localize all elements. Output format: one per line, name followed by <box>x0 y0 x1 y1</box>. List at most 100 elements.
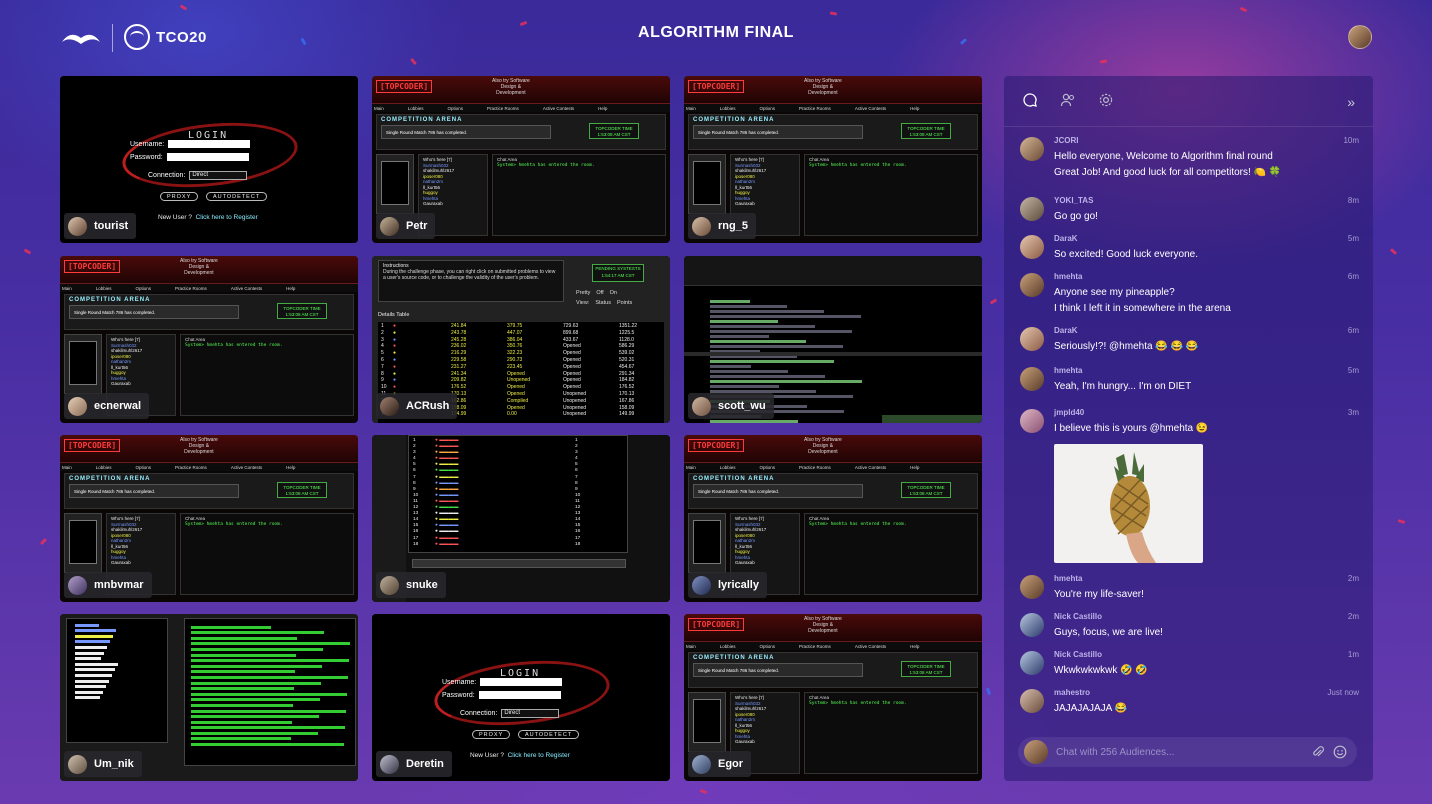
menu-item[interactable]: Active Contests <box>855 106 886 111</box>
menu-item[interactable]: Lobbies <box>720 465 736 470</box>
username-field[interactable] <box>168 140 251 148</box>
menu-item[interactable]: Practice Rooms <box>799 465 831 470</box>
rounds-select[interactable] <box>412 559 626 568</box>
list-item[interactable]: 18 ● ▬▬▬▬ 18 <box>413 542 623 548</box>
menu-item[interactable]: Main <box>374 106 384 111</box>
user-list-item[interactable] <box>75 634 113 638</box>
table-row[interactable]: 1 ● 241.84 379.75 729.63 1351.22 <box>381 323 661 330</box>
user-list-item[interactable]: Gauraxab <box>423 201 483 207</box>
stream-tile[interactable]: Um_nik <box>60 614 358 781</box>
table-row[interactable]: 2 ● 243.78 447.07 899.68 1225.5 <box>381 330 661 337</box>
menu-item[interactable]: Active Contests <box>231 465 262 470</box>
avatar[interactable] <box>1020 575 1044 599</box>
avatar[interactable] <box>1020 137 1044 161</box>
menu-item[interactable]: Lobbies <box>96 286 112 291</box>
message-author[interactable]: hmehta <box>1054 272 1082 281</box>
stream-tile[interactable]: [TOPCODER] Also try Software Design & De… <box>684 76 982 243</box>
avatar[interactable] <box>1020 613 1044 637</box>
menu-item[interactable]: Lobbies <box>720 106 736 111</box>
avatar[interactable] <box>1020 409 1044 433</box>
avatar[interactable] <box>1020 235 1044 259</box>
message-author[interactable]: hmehta <box>1054 366 1082 375</box>
menu-item[interactable]: Main <box>62 465 72 470</box>
user-list-item[interactable]: Gauraxab <box>735 201 795 207</box>
user-list-item[interactable] <box>75 662 118 666</box>
user-list-item[interactable] <box>75 673 112 677</box>
ide-buttons[interactable] <box>882 415 982 423</box>
chat-bubble-icon[interactable] <box>1022 92 1038 108</box>
on-option[interactable]: On <box>610 290 617 296</box>
stream-tile[interactable]: 1 ● ▬▬▬▬ 1 2 ● ▬▬▬▬ 2 3 ● ▬▬▬▬ 3 4 ● ▬▬▬▬ 4 5 ● ▬▬▬▬ 5… <box>372 435 670 602</box>
off-option[interactable]: Off <box>596 290 603 296</box>
table-row[interactable]: 4 ● 236.02 350.76 Opened 586.29 <box>381 343 661 350</box>
menu-item[interactable]: Help <box>910 644 919 649</box>
table-row[interactable]: 6 ● 229.58 290.73 Opened 520.31 <box>381 357 661 364</box>
menu-item[interactable]: Practice Rooms <box>487 106 519 111</box>
user-list-item[interactable]: Gauraxab <box>735 739 795 745</box>
user-list-item[interactable] <box>75 657 101 661</box>
menu-item[interactable]: Help <box>910 465 919 470</box>
menu-item[interactable]: Practice Rooms <box>175 286 207 291</box>
menu-item[interactable]: Active Contests <box>231 286 262 291</box>
user-list-item[interactable] <box>75 679 109 683</box>
message-author[interactable]: Nick Castillo <box>1054 612 1102 621</box>
stream-tile[interactable]: Instructions During the challenge phase,… <box>372 256 670 423</box>
menu-item[interactable]: Practice Rooms <box>799 644 831 649</box>
message-author[interactable]: hmehta <box>1054 574 1082 583</box>
user-list-item[interactable] <box>75 668 115 672</box>
view-toggle[interactable]: View: Status Points <box>576 300 632 306</box>
table-row[interactable]: 5 ● 216.29 322.23 Opened 539.02 <box>381 350 661 357</box>
proxy-button[interactable]: PROXY <box>160 192 199 201</box>
menu-item[interactable]: Options <box>760 106 776 111</box>
connection-select[interactable]: Direct <box>501 709 560 718</box>
table-row[interactable]: 9 ● 209.82 Unopened Opened 184.82 <box>381 377 661 384</box>
menu-item[interactable]: Lobbies <box>720 644 736 649</box>
table-row[interactable]: 3 ● 245.28 386.04 433.67 1128.0 <box>381 337 661 344</box>
collapse-icon[interactable]: » <box>1347 94 1355 110</box>
avatar[interactable] <box>1020 327 1044 351</box>
menu-item[interactable]: Options <box>760 644 776 649</box>
menu-item[interactable]: Lobbies <box>408 106 424 111</box>
points-option[interactable]: Points <box>617 300 632 306</box>
user-list-item[interactable] <box>75 640 110 644</box>
register-link[interactable]: Click here to Register <box>196 214 258 221</box>
menu-item[interactable]: Lobbies <box>96 465 112 470</box>
stream-tile[interactable]: [TOPCODER] Also try Software Design & De… <box>372 76 670 243</box>
gear-icon[interactable] <box>1098 92 1114 108</box>
message-author[interactable]: Nick Castillo <box>1054 650 1102 659</box>
menu-item[interactable]: Practice Rooms <box>799 106 831 111</box>
stream-tile[interactable]: [TOPCODER] Also try Software Design & De… <box>60 256 358 423</box>
proxy-button[interactable]: PROXY <box>472 730 511 739</box>
stream-tile[interactable]: [TOPCODER] Also try Software Design & De… <box>684 435 982 602</box>
stream-tile[interactable]: [TOPCODER] Also try Software Design & De… <box>684 614 982 781</box>
pretty-toggle[interactable]: Pretty Off On <box>576 290 617 296</box>
menu-item[interactable]: Help <box>598 106 607 111</box>
autodetect-button[interactable]: AUTODETECT <box>206 192 268 201</box>
avatar[interactable] <box>1020 273 1044 297</box>
avatar[interactable] <box>1020 197 1044 221</box>
menu-item[interactable]: Options <box>760 465 776 470</box>
menu-item[interactable]: Main <box>686 465 696 470</box>
menu-item[interactable]: Main <box>62 286 72 291</box>
menu-item[interactable]: Options <box>136 465 152 470</box>
message-author[interactable]: JCORI <box>1054 136 1078 145</box>
message-author[interactable]: DaraK <box>1054 234 1078 243</box>
user-list-item[interactable] <box>75 629 116 633</box>
user-list-item[interactable] <box>75 696 100 700</box>
avatar[interactable] <box>1020 651 1044 675</box>
password-field[interactable] <box>166 153 249 161</box>
autodetect-button[interactable]: AUTODETECT <box>518 730 580 739</box>
user-list-item[interactable] <box>75 623 99 627</box>
menu-item[interactable]: Main <box>686 106 696 111</box>
status-option[interactable]: Status <box>595 300 611 306</box>
menu-item[interactable]: Options <box>448 106 464 111</box>
table-row[interactable]: 8 ● 241.34 Opened Opened 291.34 <box>381 371 661 378</box>
register-link[interactable]: Click here to Register <box>508 752 570 759</box>
menu-item[interactable]: Active Contests <box>855 465 886 470</box>
user-list-item[interactable] <box>75 645 107 649</box>
username-field[interactable] <box>480 678 563 686</box>
menu-item[interactable]: Active Contests <box>855 644 886 649</box>
stream-tile[interactable]: scott_wu <box>684 256 982 423</box>
people-icon[interactable] <box>1060 92 1076 108</box>
table-row[interactable]: 7 ● 231.27 223.45 Opened 454.67 <box>381 364 661 371</box>
